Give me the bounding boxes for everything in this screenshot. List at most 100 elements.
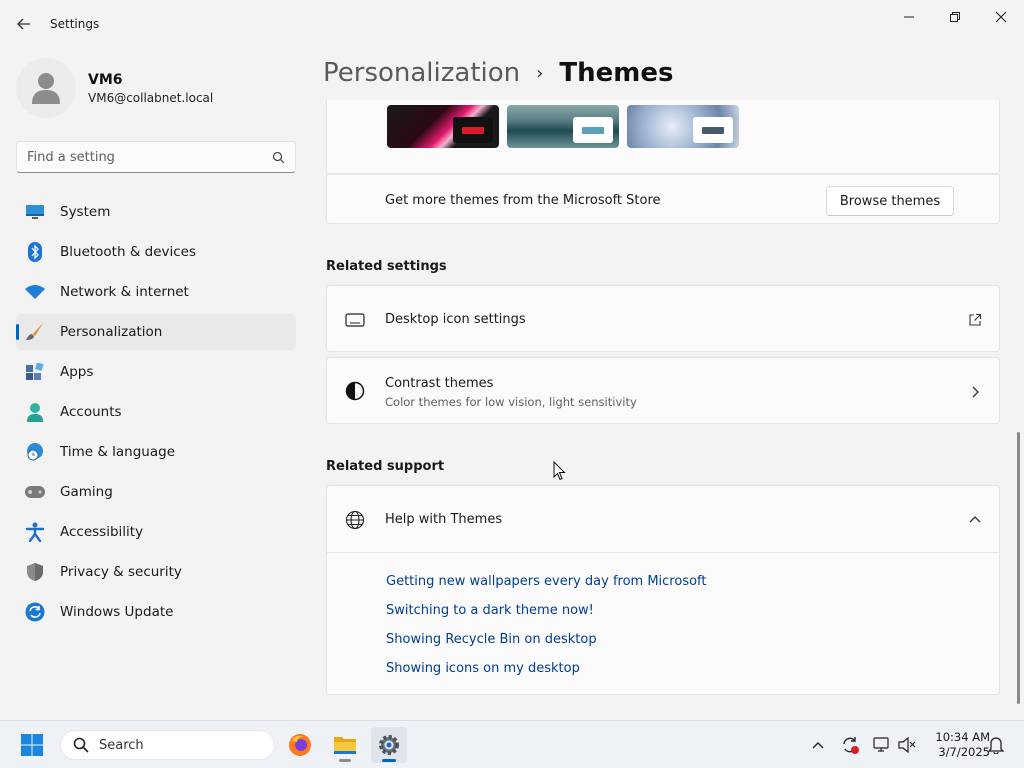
wifi-icon xyxy=(24,281,46,303)
back-arrow-icon xyxy=(17,18,30,30)
help-with-themes-label: Help with Themes xyxy=(385,512,503,527)
help-link-desktop-icons[interactable]: Showing icons on my desktop xyxy=(386,661,580,676)
sidebar-item-label: Accessibility xyxy=(60,524,144,540)
folder-icon xyxy=(334,737,356,754)
clock-date: 3/7/2025 xyxy=(938,745,990,759)
sidebar-item-accounts[interactable]: Accounts xyxy=(16,394,296,430)
monitor-icon xyxy=(24,201,46,223)
settings-search[interactable] xyxy=(16,141,296,173)
sidebar-item-network[interactable]: Network & internet xyxy=(16,274,296,310)
network-icon xyxy=(873,737,889,752)
sidebar-item-label: Gaming xyxy=(60,484,113,500)
person-icon xyxy=(24,401,46,423)
sidebar-item-label: Privacy & security xyxy=(60,564,182,580)
related-settings-heading: Related settings xyxy=(326,259,447,274)
file-explorer-taskbar-button[interactable] xyxy=(327,727,363,763)
theme-thumbnail-lake[interactable] xyxy=(507,105,619,148)
back-button[interactable] xyxy=(12,12,36,36)
breadcrumb: Personalization › Themes xyxy=(323,58,673,88)
scrollbar-thumb[interactable] xyxy=(1017,432,1020,704)
sidebar-item-label: System xyxy=(60,204,111,220)
contrast-themes-row[interactable]: Contrast themes Color themes for low vis… xyxy=(326,357,1000,424)
firefox-icon xyxy=(289,734,311,756)
notifications-button[interactable] xyxy=(986,735,1006,755)
sidebar-item-system[interactable]: System xyxy=(16,194,296,230)
profile-email: VM6@collabnet.local xyxy=(88,90,214,105)
sync-tray-button[interactable] xyxy=(840,735,860,755)
more-themes-row: Get more themes from the Microsoft Store… xyxy=(326,174,1000,224)
chevron-up-icon xyxy=(967,512,983,528)
sidebar-item-label: Accounts xyxy=(60,404,122,420)
page-title: Themes xyxy=(559,58,674,88)
sync-alert-icon xyxy=(843,737,859,754)
contrast-themes-description: Color themes for low vision, light sensi… xyxy=(385,395,637,409)
sidebar-item-apps[interactable]: Apps xyxy=(16,354,296,390)
globe-icon xyxy=(345,510,365,530)
globe-clock-icon xyxy=(24,441,46,463)
taskbar-search-label: Search xyxy=(99,737,144,753)
close-button[interactable] xyxy=(978,4,1024,30)
gamepad-icon xyxy=(24,481,46,503)
clock-time: 10:34 AM xyxy=(935,730,990,744)
taskbar: Search 10:34 AM 3/7/2025 xyxy=(0,720,1024,768)
sidebar-item-bluetooth[interactable]: Bluetooth & devices xyxy=(16,234,296,270)
restore-icon xyxy=(950,12,960,22)
contrast-themes-label: Contrast themes xyxy=(385,376,494,391)
volume-tray-button[interactable] xyxy=(897,735,917,755)
sidebar-item-label: Apps xyxy=(60,364,94,380)
sidebar-item-label: Network & internet xyxy=(60,284,189,300)
breadcrumb-parent[interactable]: Personalization xyxy=(323,58,520,88)
sidebar-item-gaming[interactable]: Gaming xyxy=(16,474,296,510)
firefox-taskbar-button[interactable] xyxy=(282,727,318,763)
show-hidden-icons-button[interactable] xyxy=(808,735,828,755)
sidebar-item-time-language[interactable]: Time & language xyxy=(16,434,296,470)
windows-logo-icon xyxy=(21,734,43,756)
sidebar-item-label: Bluetooth & devices xyxy=(60,244,197,260)
sidebar-nav: System Bluetooth & devices Network & int… xyxy=(16,194,296,634)
chevron-right-icon: › xyxy=(536,62,544,84)
close-icon xyxy=(995,11,1007,23)
minimize-button[interactable] xyxy=(886,4,932,30)
apps-icon xyxy=(24,361,46,383)
shield-icon xyxy=(24,561,46,583)
gear-icon xyxy=(379,735,399,755)
desktop-icon-settings-row[interactable]: Desktop icon settings xyxy=(326,285,1000,352)
minimize-icon xyxy=(904,16,914,18)
start-button[interactable] xyxy=(14,727,50,763)
browse-themes-button[interactable]: Browse themes xyxy=(826,186,954,216)
theme-thumbnail-bloom[interactable] xyxy=(627,105,739,148)
sidebar-item-label: Windows Update xyxy=(60,604,174,620)
sidebar-item-accessibility[interactable]: Accessibility xyxy=(16,514,296,550)
taskbar-search[interactable]: Search xyxy=(60,730,275,760)
search-icon xyxy=(73,737,89,753)
sidebar-item-windows-update[interactable]: Windows Update xyxy=(16,594,296,630)
chevron-up-icon xyxy=(812,742,824,749)
person-avatar-icon xyxy=(32,73,60,104)
title-bar: Settings xyxy=(0,0,1024,48)
help-link-dark-theme[interactable]: Switching to a dark theme now! xyxy=(386,603,594,618)
avatar xyxy=(16,58,76,118)
user-profile[interactable]: VM6 VM6@collabnet.local xyxy=(16,58,213,118)
app-title: Settings xyxy=(50,17,100,31)
update-icon xyxy=(24,601,46,623)
sidebar-item-privacy[interactable]: Privacy & security xyxy=(16,554,296,590)
help-link-recycle-bin[interactable]: Showing Recycle Bin on desktop xyxy=(386,632,597,647)
theme-thumbnail-glow[interactable] xyxy=(387,105,499,148)
search-input[interactable] xyxy=(27,149,272,165)
help-with-themes-header[interactable]: Help with Themes xyxy=(327,486,999,553)
bluetooth-icon xyxy=(24,241,46,263)
desktop-icon-settings-label: Desktop icon settings xyxy=(385,312,526,327)
taskbar-clock[interactable]: 10:34 AM 3/7/2025 xyxy=(920,730,990,760)
help-link-wallpapers[interactable]: Getting new wallpapers every day from Mi… xyxy=(386,574,707,589)
restore-button[interactable] xyxy=(932,4,978,30)
profile-name: VM6 xyxy=(88,71,123,88)
settings-taskbar-button[interactable] xyxy=(371,727,407,763)
sidebar-item-personalization[interactable]: Personalization xyxy=(16,314,296,350)
related-support-heading: Related support xyxy=(326,459,445,474)
more-themes-text: Get more themes from the Microsoft Store xyxy=(385,193,661,208)
bell-icon xyxy=(988,737,1004,754)
contrast-icon xyxy=(345,381,365,401)
help-with-themes-panel: Help with Themes Getting new wallpapers … xyxy=(326,485,1000,695)
brush-icon xyxy=(24,321,46,343)
network-tray-button[interactable] xyxy=(872,735,892,755)
